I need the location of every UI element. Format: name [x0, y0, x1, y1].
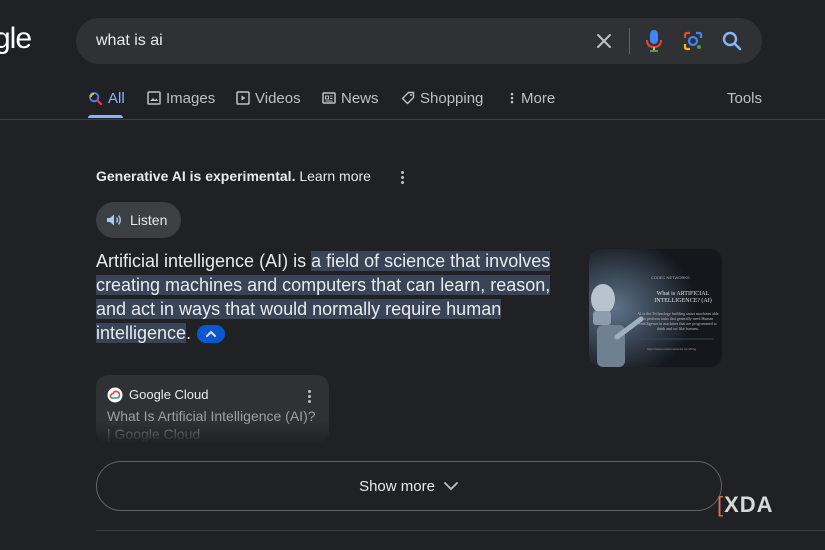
chevron-down-icon [444, 482, 458, 491]
result-thumbnail[interactable]: CODEC NETWORKS What is ARTIFICIAL INTELL… [589, 249, 722, 367]
section-divider [96, 530, 825, 531]
search-icon [88, 91, 103, 105]
source-fade [96, 421, 329, 443]
learn-more-link[interactable]: Learn more [299, 168, 371, 184]
ai-overview-menu-icon[interactable] [401, 171, 404, 184]
listen-label: Listen [130, 212, 168, 228]
tab-images[interactable]: Images [147, 88, 215, 108]
bracket-icon: [ [717, 492, 725, 517]
listen-button[interactable]: Listen [96, 202, 181, 238]
generative-ai-notice: Generative AI is experimental. Learn mor… [96, 168, 371, 184]
search-input[interactable]: what is ai [96, 32, 163, 50]
speaker-icon [107, 214, 121, 226]
header-divider [0, 119, 825, 120]
google-logo[interactable]: gle [0, 22, 32, 56]
tab-videos[interactable]: Videos [236, 88, 301, 108]
google-lens-icon[interactable] [682, 30, 704, 52]
source-menu-icon[interactable] [308, 390, 311, 403]
tab-all[interactable]: All [88, 88, 125, 108]
newspaper-icon [322, 92, 336, 104]
chevron-up-icon [206, 330, 217, 338]
ai-overview-answer: Artificial intelligence (AI) is a field … [96, 249, 576, 345]
thumbnail-body: AI is the Technology building smart mach… [637, 311, 719, 331]
thumbnail-url: https://www.codecnetworks.com/blog [647, 347, 697, 351]
answer-prefix: Artificial intelligence (AI) is [96, 251, 312, 271]
tab-label: Images [166, 89, 216, 107]
play-icon [236, 91, 250, 105]
source-name: Google Cloud [129, 387, 209, 402]
tab-label: Shopping [420, 89, 484, 107]
watermark-text: XDA [724, 492, 774, 517]
search-tabs: All Images Videos News Shopping More [88, 88, 788, 120]
tab-label: More [521, 89, 556, 107]
experimental-notice-text: Generative AI is experimental. [96, 168, 296, 184]
tools-button[interactable]: Tools [727, 90, 762, 107]
search-divider [629, 28, 630, 54]
tab-shopping[interactable]: Shopping [401, 88, 483, 108]
search-bar[interactable]: what is ai [76, 18, 762, 64]
show-more-label: Show more [359, 477, 435, 495]
more-vertical-icon [510, 92, 514, 104]
google-cloud-icon [107, 387, 123, 403]
xda-watermark: [XDA [717, 492, 774, 518]
tab-label: All [108, 89, 125, 107]
tab-news[interactable]: News [322, 88, 379, 108]
tab-more[interactable]: More [508, 88, 555, 108]
image-icon [147, 91, 161, 105]
thumbnail-heading: What is ARTIFICIAL INTELLIGENCE? (AI) [654, 291, 712, 304]
show-more-button[interactable]: Show more [96, 461, 722, 511]
source-card[interactable]: Google Cloud What Is Artificial Intellig… [96, 375, 329, 443]
answer-suffix: . [186, 323, 192, 343]
collapse-citation-button[interactable] [197, 325, 226, 344]
tab-label: News [341, 89, 379, 107]
tag-icon [401, 91, 415, 105]
active-tab-indicator [88, 115, 123, 118]
thumbnail-brand: CODEC NETWORKS [651, 275, 690, 280]
clear-icon[interactable] [594, 31, 614, 51]
search-icon[interactable] [721, 30, 743, 52]
tab-label: Videos [255, 89, 301, 107]
microphone-icon[interactable] [645, 29, 663, 53]
